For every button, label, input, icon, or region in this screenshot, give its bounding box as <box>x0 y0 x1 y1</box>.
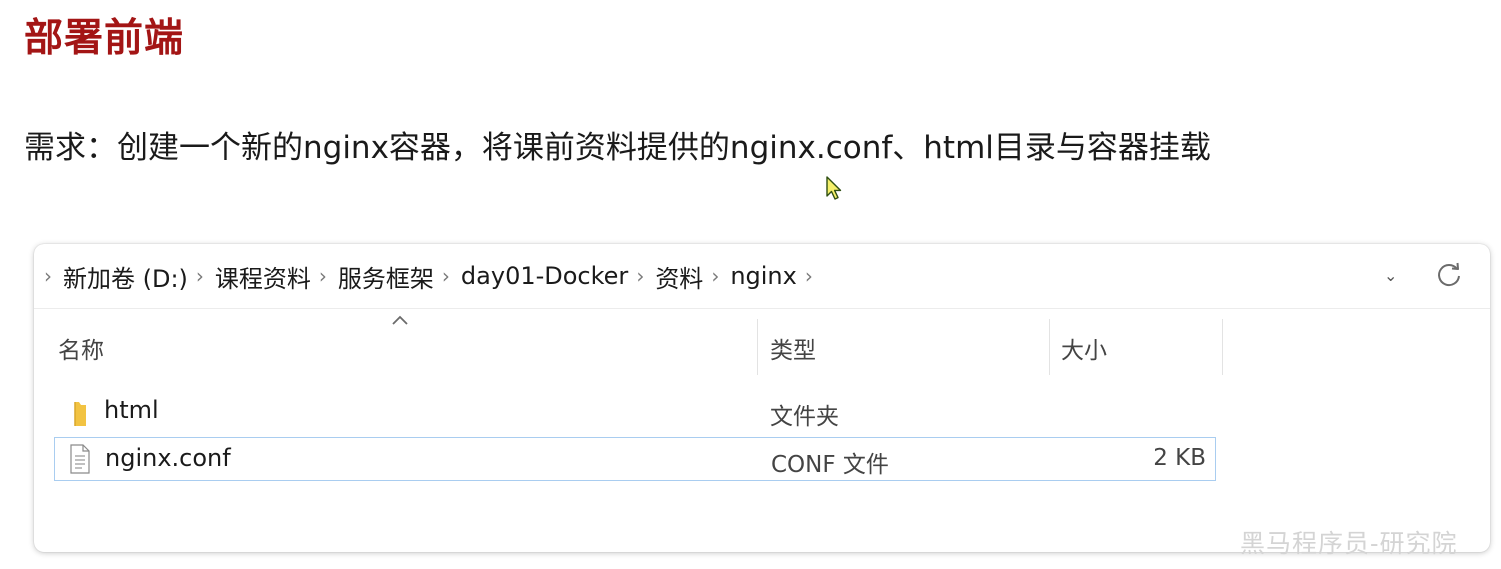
folder-icon <box>74 402 86 426</box>
chevron-right-icon: › <box>441 264 450 288</box>
watermark: 黑马程序员-研究院 <box>1240 529 1458 558</box>
breadcrumb-item-nginx[interactable]: nginx <box>730 262 797 290</box>
breadcrumb-item-day01[interactable]: day01-Docker <box>461 262 628 290</box>
column-header-name[interactable]: 名称 <box>58 331 104 365</box>
address-bar[interactable]: › 新加卷 (D:) › 课程资料 › 服务框架 › day01-Docker … <box>34 244 1490 309</box>
column-divider[interactable] <box>1222 319 1223 375</box>
sort-ascending-icon <box>392 315 408 325</box>
column-header-size[interactable]: 大小 <box>1061 331 1107 365</box>
chevron-right-icon: › <box>636 264 645 288</box>
chevron-right-icon[interactable]: › <box>805 264 813 288</box>
refresh-icon[interactable] <box>1432 258 1466 292</box>
chevron-down-icon[interactable]: ⌄ <box>1384 266 1397 285</box>
file-type: 文件夹 <box>770 404 839 430</box>
chevron-right-icon: › <box>318 264 327 288</box>
breadcrumb-item-framework[interactable]: 服务框架 <box>338 259 434 294</box>
file-size: 2 KB <box>1153 445 1206 471</box>
file-type: CONF 文件 <box>771 452 889 478</box>
file-name: html <box>104 396 159 424</box>
file-name: nginx.conf <box>105 444 231 472</box>
breadcrumb-item-course[interactable]: 课程资料 <box>215 259 311 294</box>
column-divider[interactable] <box>1049 319 1050 375</box>
slide-title: 部署前端 <box>24 16 185 61</box>
file-row-html[interactable]: html 文件夹 <box>54 390 1216 434</box>
file-icon <box>70 444 90 474</box>
chevron-right-icon: › <box>711 264 720 288</box>
column-header-row <box>34 308 1490 372</box>
chevron-right-icon: › <box>195 264 204 288</box>
mouse-cursor-icon <box>826 176 842 200</box>
breadcrumb-item-materials[interactable]: 资料 <box>655 259 703 294</box>
breadcrumb-item-drive[interactable]: 新加卷 (D:) <box>63 259 188 294</box>
file-explorer-window: › 新加卷 (D:) › 课程资料 › 服务框架 › day01-Docker … <box>34 244 1490 552</box>
file-row-nginx-conf[interactable]: nginx.conf CONF 文件 2 KB <box>54 437 1216 481</box>
breadcrumb: › 新加卷 (D:) › 课程资料 › 服务框架 › day01-Docker … <box>42 259 824 294</box>
requirement-text: 需求：创建一个新的nginx容器，将课前资料提供的nginx.conf、html… <box>24 130 1211 166</box>
column-header-type[interactable]: 类型 <box>770 331 816 365</box>
chevron-right-icon: › <box>44 264 52 288</box>
column-divider[interactable] <box>757 319 758 375</box>
